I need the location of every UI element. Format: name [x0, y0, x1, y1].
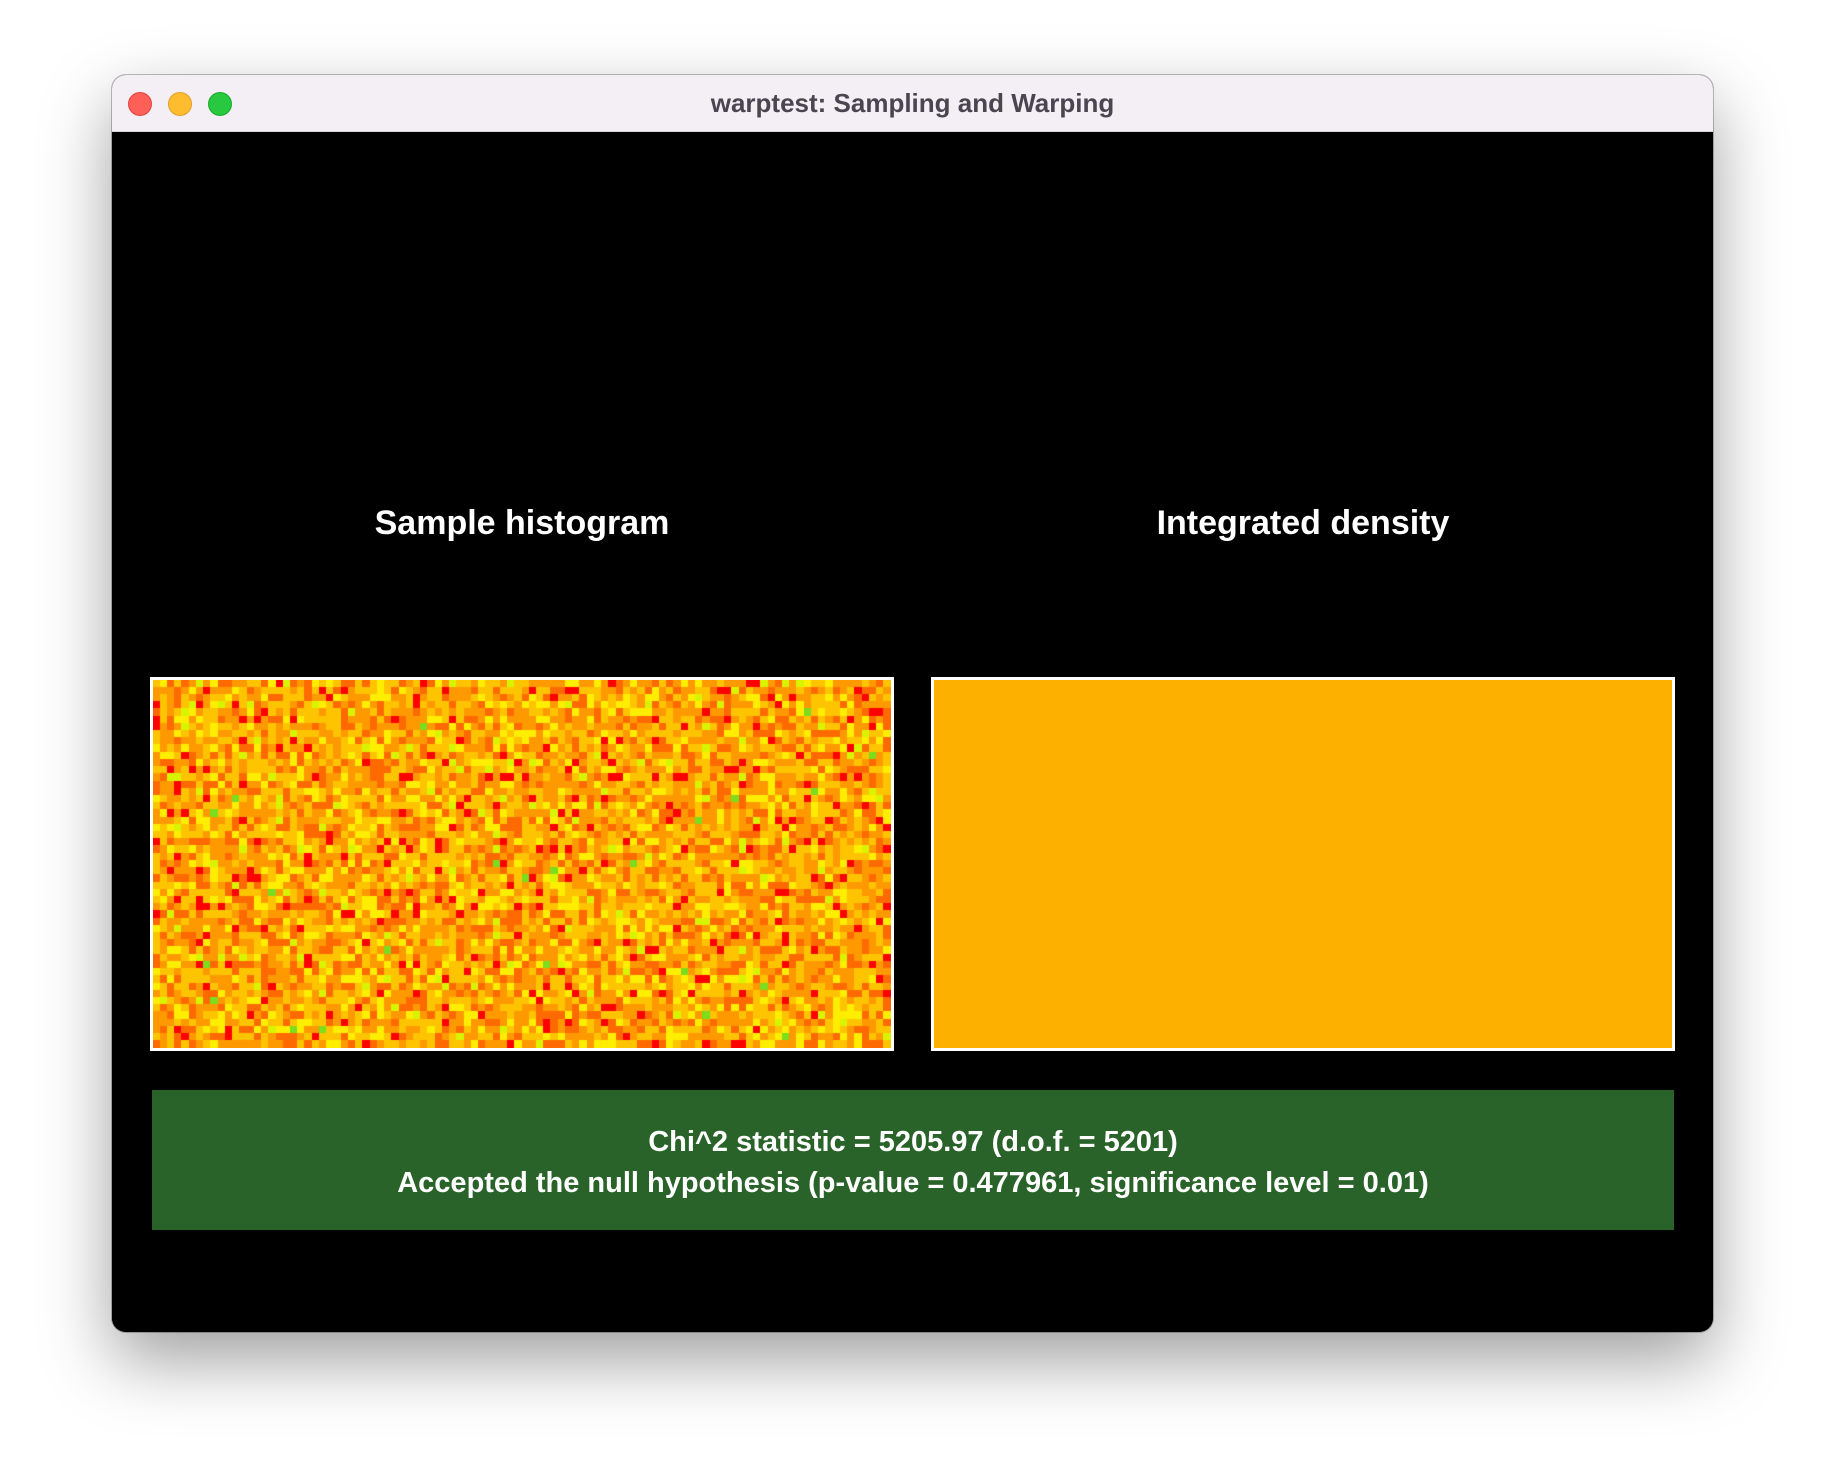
integrated-density-title: Integrated density — [1156, 504, 1450, 542]
window-title: warptest: Sampling and Warping — [710, 88, 1115, 118]
app-window: warptest: Sampling and Warping Sample hi… — [112, 75, 1713, 1332]
sample-histogram-title: Sample histogram — [374, 504, 670, 542]
sample-histogram-panel — [150, 677, 894, 1051]
sample-histogram-heatmap — [153, 680, 891, 1048]
hypothesis-result-text: Accepted the null hypothesis (p-value = … — [397, 1167, 1429, 1199]
integrated-density-heatmap — [934, 680, 1672, 1048]
integrated-density-panel — [931, 677, 1675, 1051]
title-bar[interactable]: warptest: Sampling and Warping — [112, 75, 1713, 132]
chi-square-result-box: Chi^2 statistic = 5205.97 (d.o.f. = 5201… — [152, 1090, 1674, 1230]
main-content: Sample histogram Integrated density Chi^… — [112, 132, 1713, 1332]
chi-square-statistic-text: Chi^2 statistic = 5205.97 (d.o.f. = 5201… — [648, 1126, 1178, 1158]
